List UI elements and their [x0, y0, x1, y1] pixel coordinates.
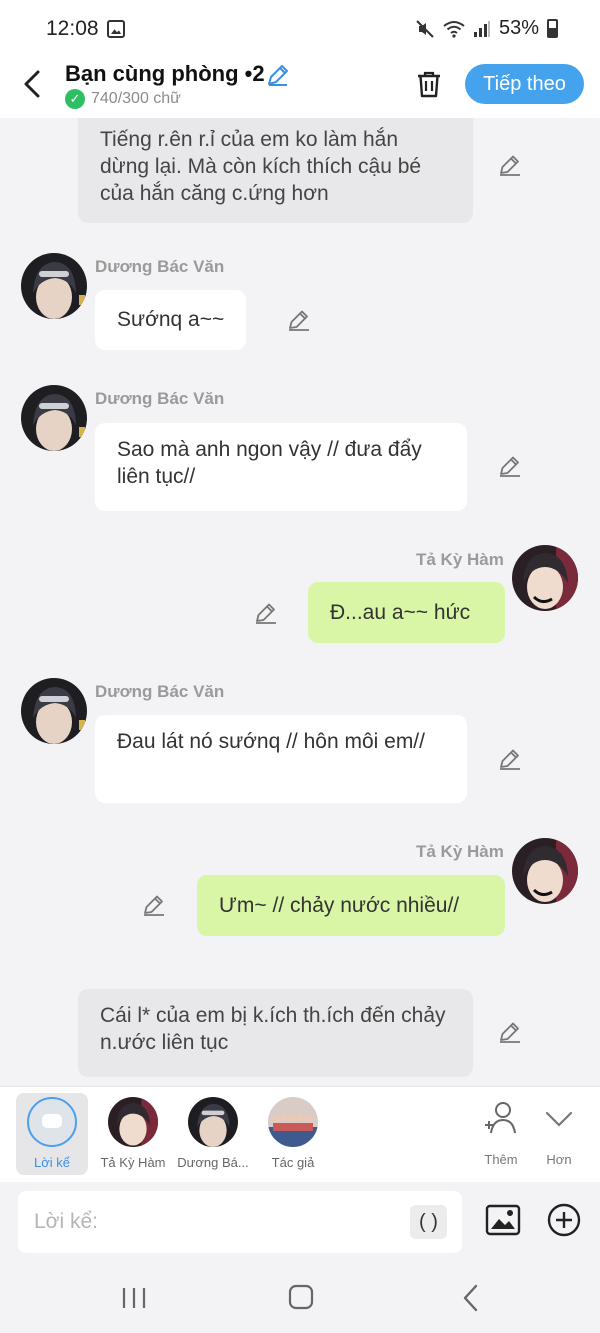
avatar[interactable] [21, 385, 87, 451]
speaker-name: Dương Bác Văn [95, 389, 225, 408]
trash-icon[interactable] [413, 68, 445, 100]
header-bar: Bạn cùng phòng •2 ✓ 740/300 chữ Tiếp the… [0, 58, 600, 118]
message-text: Cái l* của em bị k.ích th.ích đến chảy n… [100, 1004, 446, 1054]
edit-pencil-icon[interactable] [497, 453, 523, 479]
character-label: Tả Kỳ Hàm [100, 1155, 166, 1170]
wifi-icon [443, 20, 465, 38]
character-bubble[interactable]: Đ...au a~~ hức [308, 582, 505, 643]
speaker-name: Tả Kỳ Hàm [416, 842, 504, 861]
word-count: 740/300 chữ [91, 90, 181, 107]
composer-bar: ( ) [0, 1182, 600, 1262]
character-label: Tác giả [271, 1155, 315, 1170]
character-narrator[interactable]: Lời kể [16, 1093, 88, 1175]
edit-title-pencil-icon[interactable] [265, 62, 291, 88]
chevron-down-icon [545, 1111, 573, 1127]
image-icon[interactable] [485, 1202, 521, 1238]
avatar[interactable] [21, 678, 87, 744]
edit-pencil-icon[interactable] [497, 152, 523, 178]
avatar[interactable] [21, 253, 87, 319]
message-text: Đau lát nó sướnq // hôn môi em// [117, 730, 425, 753]
character-selector: Lời kể Tả Kỳ Hàm Dương Bá... Tác giả Thê… [0, 1086, 600, 1182]
recents-icon[interactable] [114, 1280, 154, 1316]
battery-icon [547, 19, 558, 38]
story-title: Bạn cùng phòng •2 [65, 61, 265, 86]
more-label: Hơn [546, 1152, 572, 1167]
home-icon[interactable] [281, 1280, 321, 1316]
add-character-button[interactable]: Thêm [474, 1099, 528, 1167]
system-nav-bar [0, 1262, 600, 1333]
character-ta-ky-ham[interactable]: Tả Kỳ Hàm [97, 1093, 169, 1175]
add-person-icon [485, 1102, 516, 1134]
character-bubble[interactable]: Sao mà anh ngon vậy // đưa đẩy liên tục/… [95, 423, 467, 511]
mute-icon [416, 19, 434, 38]
character-duong-bac-van[interactable]: Dương Bá... [177, 1093, 249, 1175]
status-icons: 53% [415, 17, 558, 40]
avatar[interactable] [512, 838, 578, 904]
status-time: 12:08 [46, 17, 99, 40]
character-author[interactable]: Tác giả [257, 1093, 329, 1175]
back-arrow-icon[interactable] [18, 66, 48, 102]
edit-pencil-icon[interactable] [141, 892, 167, 918]
add-circle-icon[interactable] [546, 1202, 582, 1238]
speaker-name: Dương Bác Văn [95, 682, 225, 701]
message-text: Sướnq a~~ [117, 308, 225, 331]
avatar [268, 1097, 318, 1147]
message-text: Đ...au a~~ hức [330, 601, 471, 624]
add-label: Thêm [484, 1152, 518, 1167]
avatar [188, 1097, 238, 1147]
signal-icon [473, 20, 490, 37]
battery-percent: 53% [498, 17, 539, 39]
avatar [108, 1097, 158, 1147]
edit-pencil-icon[interactable] [253, 600, 279, 626]
edit-pencil-icon[interactable] [497, 746, 523, 772]
message-text: Sao mà anh ngon vậy // đưa đẩy liên tục/… [117, 438, 422, 488]
message-text: Tiếng r.ên r.ỉ của em ko làm hắn dừng lạ… [100, 128, 422, 205]
message-input[interactable] [18, 1191, 462, 1253]
parenthesis-button[interactable]: ( ) [410, 1205, 447, 1239]
check-icon: ✓ [65, 89, 85, 109]
avatar[interactable] [512, 545, 578, 611]
speaker-name: Dương Bác Văn [95, 257, 225, 276]
narration-bubble[interactable]: Cái l* của em bị k.ích th.ích đến chảy n… [78, 989, 473, 1077]
back-nav-icon[interactable] [452, 1280, 492, 1316]
character-bubble[interactable]: Sướnq a~~ [95, 290, 247, 350]
narration-icon [27, 1097, 77, 1147]
character-label: Dương Bá... [177, 1155, 249, 1170]
status-bar: 12:08 53% [0, 0, 600, 58]
more-button[interactable]: Hơn [532, 1099, 586, 1167]
next-button[interactable]: Tiếp theo [465, 64, 584, 104]
message-text: Ưm~ // chảy nước nhiều// [219, 894, 460, 917]
chat-area[interactable]: Tiếng r.ên r.ỉ của em ko làm hắn dừng lạ… [0, 118, 600, 1086]
character-bubble[interactable]: Đau lát nó sướnq // hôn môi em// [95, 715, 467, 803]
edit-pencil-icon[interactable] [286, 307, 312, 333]
edit-pencil-icon[interactable] [497, 1019, 523, 1045]
word-count-row: ✓ 740/300 chữ [65, 89, 181, 109]
speaker-name: Tả Kỳ Hàm [416, 550, 504, 569]
narration-bubble[interactable]: Tiếng r.ên r.ỉ của em ko làm hắn dừng lạ… [78, 118, 473, 223]
character-bubble[interactable]: Ưm~ // chảy nước nhiều// [197, 875, 505, 936]
gallery-notification-icon [107, 20, 125, 38]
character-label: Lời kể [34, 1155, 70, 1170]
